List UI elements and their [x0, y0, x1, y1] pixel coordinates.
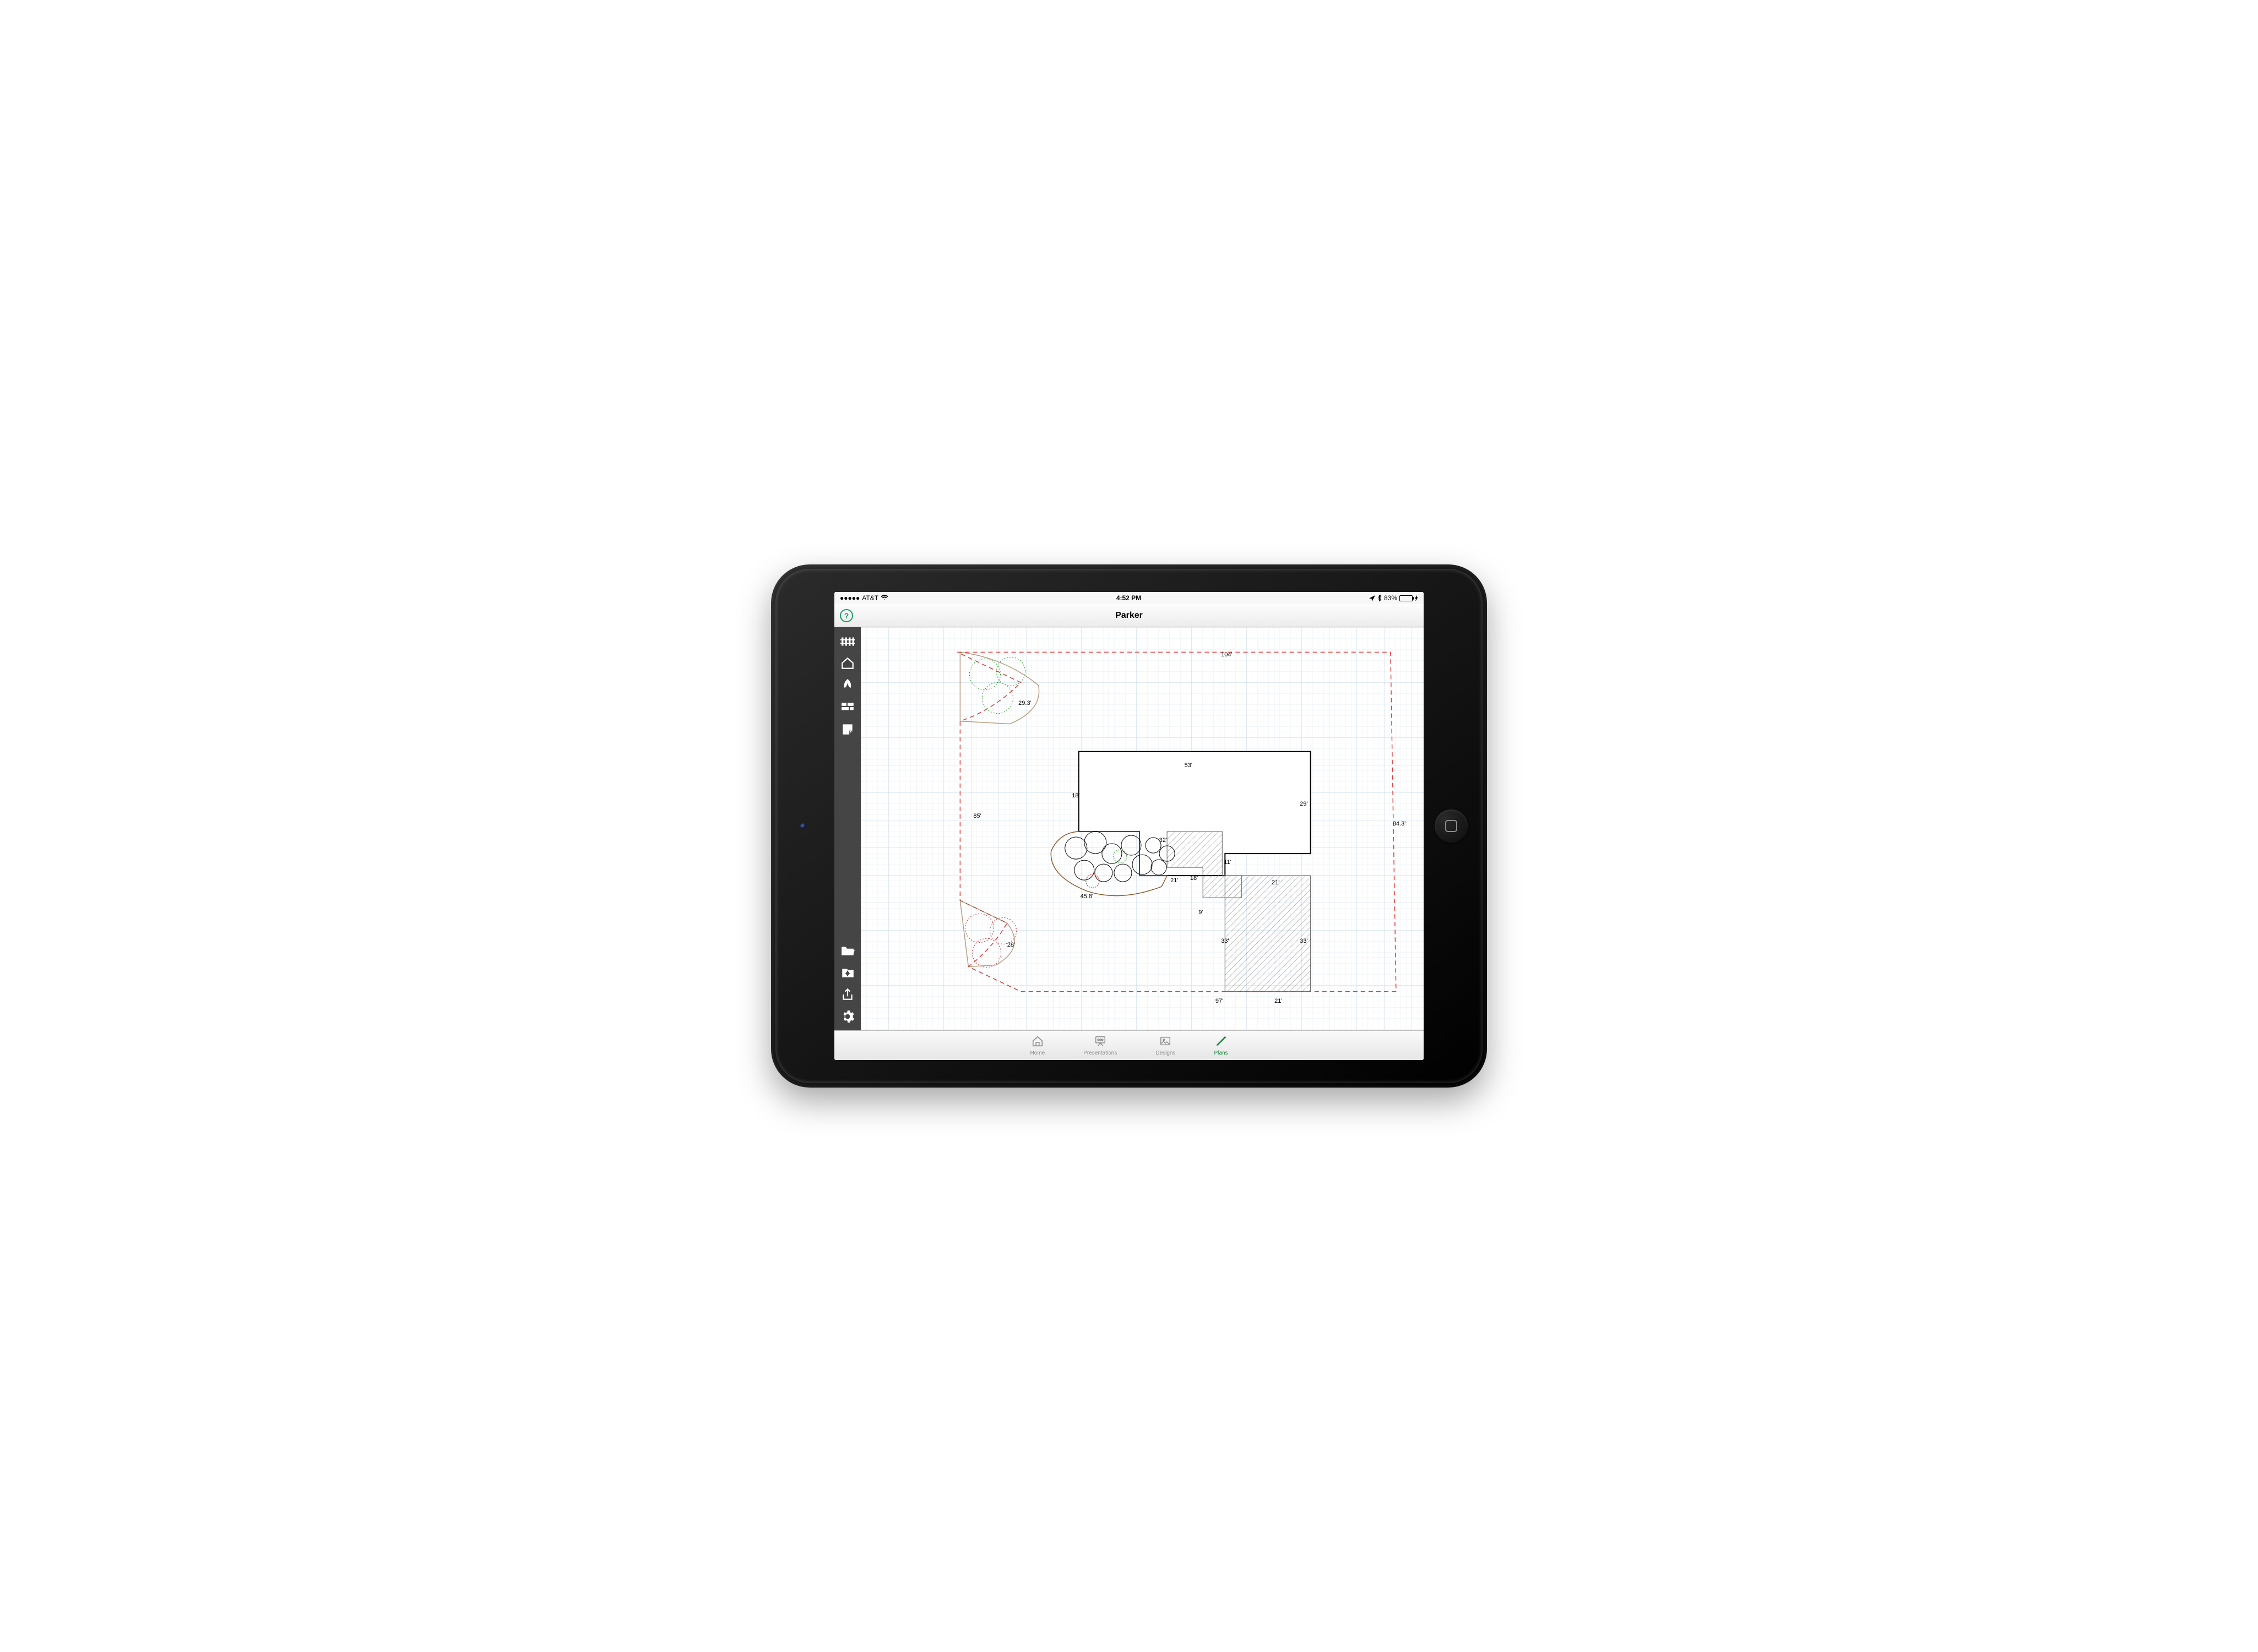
plant-accent-red [1086, 874, 1099, 888]
device-camera [800, 823, 806, 829]
save-icon[interactable] [840, 965, 855, 980]
carrier-label: AT&T [862, 594, 878, 602]
dim-house-bump: 32' [1159, 837, 1167, 844]
dim-house-inset-w: 21' [1272, 879, 1279, 886]
dim-lot-left: 85' [973, 813, 981, 819]
ipad-device-frame: ●●●●● AT&T 4:52 PM 83% [771, 564, 1487, 1088]
plant-tool-icon[interactable] [840, 678, 855, 692]
help-icon: ? [844, 611, 849, 620]
status-clock: 4:52 PM [1116, 594, 1141, 602]
note-tool-icon[interactable] [840, 722, 855, 736]
dim-lot-bottom-left: 97' [1215, 998, 1223, 1004]
easel-icon [1094, 1035, 1107, 1049]
folder-open-icon[interactable] [840, 943, 855, 958]
dim-lot-ul-diag: 29.3' [1018, 700, 1032, 707]
plan-drawing [861, 627, 1424, 1030]
dim-drive-right: 33' [1300, 938, 1307, 944]
tab-presentations[interactable]: Presentations [1083, 1035, 1117, 1056]
battery-percent: 83% [1384, 594, 1397, 602]
dim-lot-bottom-right: 21' [1274, 998, 1282, 1004]
home-icon [1031, 1035, 1044, 1049]
dim-porch-short: 21' [1170, 877, 1178, 884]
share-icon[interactable] [840, 987, 855, 1002]
screen: ●●●●● AT&T 4:52 PM 83% [834, 592, 1424, 1060]
dim-house-right: 29' [1300, 801, 1307, 807]
dim-garden-curve: 45.8' [1081, 893, 1094, 900]
tab-bar: Home Presentations Designs Plans [834, 1030, 1424, 1060]
pencil-icon [1214, 1035, 1228, 1049]
tab-home[interactable]: Home [1030, 1035, 1045, 1056]
battery-icon [1399, 595, 1413, 601]
dim-house-inset-h: 11' [1224, 859, 1231, 866]
device-home-button[interactable] [1435, 809, 1468, 843]
lower-plant-group [965, 914, 1016, 967]
dim-drive-left: 33' [1221, 938, 1229, 944]
dim-lot-right: 84.3' [1393, 820, 1406, 827]
fence-tool-icon[interactable] [840, 634, 855, 648]
navigation-icon [1369, 595, 1375, 601]
tab-designs[interactable]: Designs [1155, 1035, 1175, 1056]
dim-lot-ll-diag: 28' [1007, 942, 1015, 948]
hardscape-tool-icon[interactable] [840, 700, 855, 714]
signal-strength: ●●●●● [840, 594, 860, 602]
house-tool-icon[interactable] [840, 656, 855, 670]
dim-lot-top: 104' [1221, 651, 1232, 658]
driveway-hatched [1225, 876, 1310, 991]
page-title: Parker [1115, 611, 1143, 621]
plan-canvas[interactable]: 104' 84.3' 97' 21' 85' 29.3' 28' 53' 29'… [861, 627, 1424, 1030]
tab-plans[interactable]: Plans [1214, 1035, 1228, 1056]
lightning-icon [1415, 595, 1418, 601]
bluetooth-icon [1377, 595, 1382, 601]
wifi-icon [881, 594, 888, 602]
settings-icon[interactable] [840, 1009, 855, 1024]
tools-sidebar [834, 627, 861, 1030]
title-bar: ? Parker [834, 604, 1424, 627]
dim-house-top: 53' [1185, 762, 1192, 769]
help-button[interactable]: ? [840, 609, 853, 622]
dim-house-left: 18' [1072, 792, 1079, 799]
dim-house-under-left: 18' [1190, 875, 1198, 882]
tab-label: Presentations [1083, 1050, 1117, 1056]
garden-bed-lower [960, 900, 1014, 966]
tab-label: Home [1030, 1050, 1045, 1056]
dim-house-under-h: 9' [1198, 909, 1203, 916]
tab-label: Plans [1214, 1050, 1228, 1056]
upper-plant-group [969, 657, 1025, 713]
plant-accent-green [1114, 850, 1127, 863]
tab-label: Designs [1155, 1050, 1175, 1056]
status-bar: ●●●●● AT&T 4:52 PM 83% [834, 592, 1424, 604]
image-icon [1159, 1035, 1172, 1049]
